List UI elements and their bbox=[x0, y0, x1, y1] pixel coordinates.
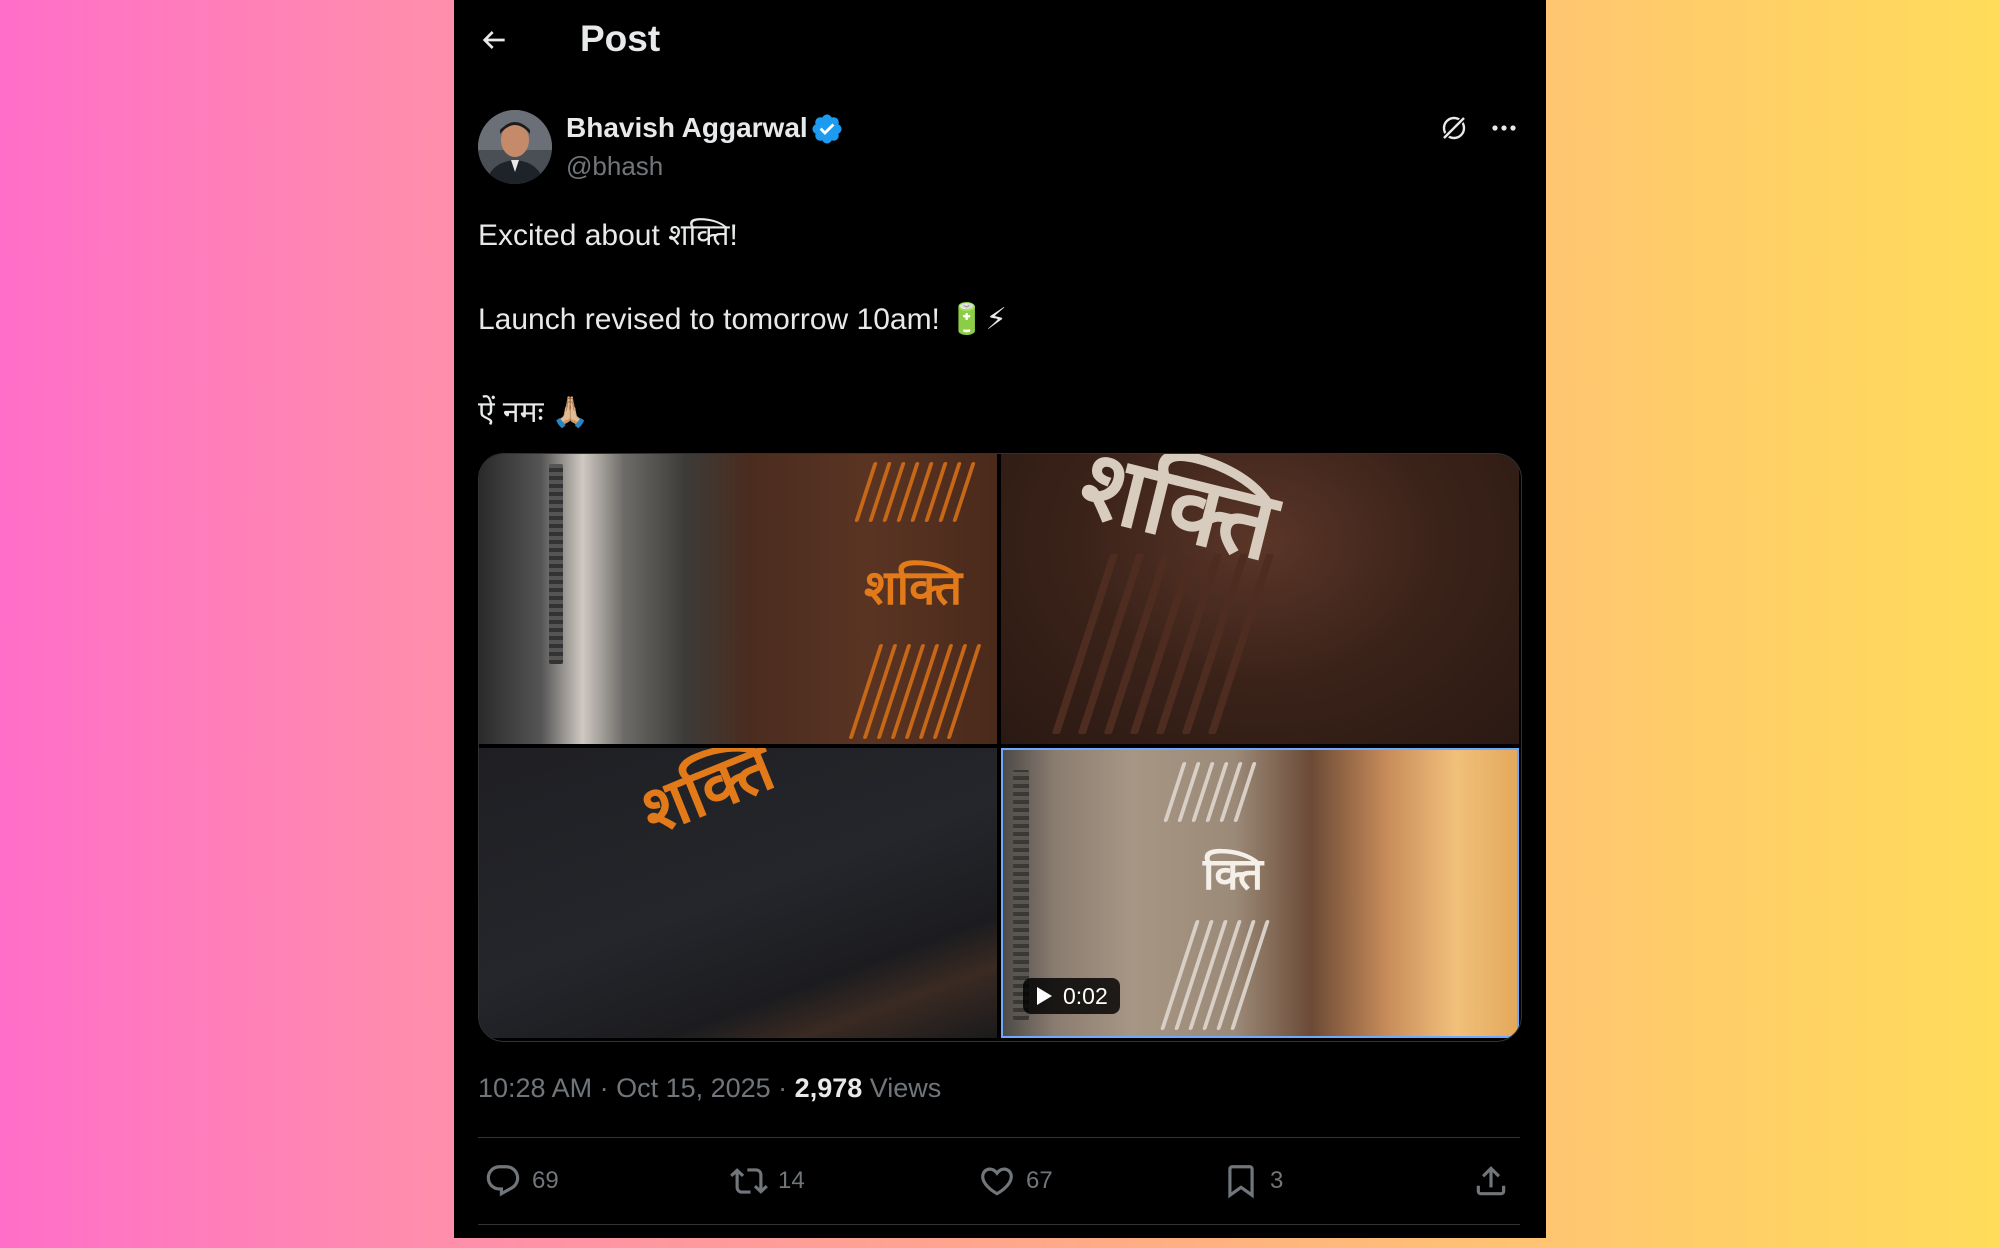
post-text-line-2: Launch revised to tomorrow 10am! 🔋⚡ bbox=[478, 303, 1007, 336]
page-header: Post bbox=[454, 0, 1546, 80]
media-tile-3[interactable]: शक्ति bbox=[479, 748, 997, 1038]
video-duration-badge[interactable]: 0:02 bbox=[1023, 978, 1120, 1014]
grok-button[interactable] bbox=[1434, 108, 1474, 148]
media-grid: शक्ति शक्ति शक्ति क्ति 0:02 bbox=[478, 453, 1522, 1042]
repost-icon bbox=[730, 1168, 768, 1194]
author-name[interactable]: Bhavish Aggarwal bbox=[566, 112, 808, 144]
media-tile-2[interactable]: शक्ति bbox=[1001, 454, 1519, 744]
wave-pattern bbox=[1051, 554, 1275, 734]
shakti-label: शक्ति bbox=[630, 748, 785, 851]
media-tile-1[interactable]: शक्ति bbox=[479, 454, 997, 744]
reply-count: 69 bbox=[532, 1167, 559, 1194]
post-detail-panel: Post Bhavish Aggarwal @bhash Excited abo… bbox=[454, 0, 1546, 1238]
reply-icon bbox=[486, 1165, 520, 1197]
shakti-label: क्ति bbox=[1203, 849, 1264, 900]
verified-badge-icon bbox=[812, 114, 842, 144]
like-button[interactable]: 67 bbox=[978, 1158, 1053, 1204]
more-horizontal-icon bbox=[1492, 125, 1516, 131]
divider-top bbox=[478, 1137, 1520, 1138]
share-icon bbox=[1476, 1166, 1506, 1196]
reply-button[interactable]: 69 bbox=[484, 1158, 559, 1204]
avatar[interactable] bbox=[478, 110, 552, 184]
video-duration: 0:02 bbox=[1063, 982, 1108, 1009]
media-tile-4-video[interactable]: क्ति 0:02 bbox=[1001, 748, 1519, 1038]
divider-bottom bbox=[478, 1224, 1520, 1225]
wave-pattern-top bbox=[1163, 762, 1257, 822]
post-text-line-1: Excited about शक्ति! bbox=[478, 219, 738, 252]
post-text-line-3: ऐं नमः 🙏🏼 bbox=[478, 396, 590, 429]
speaker-grille bbox=[549, 464, 563, 664]
like-count: 67 bbox=[1026, 1167, 1053, 1194]
bookmark-count: 3 bbox=[1270, 1167, 1284, 1194]
shakti-label: शक्ति bbox=[864, 560, 963, 616]
post-timestamp[interactable]: 10:28 AM · Oct 15, 2025 · bbox=[478, 1073, 795, 1103]
bookmark-icon bbox=[1228, 1165, 1254, 1199]
grok-icon bbox=[1441, 115, 1467, 141]
wave-pattern-bottom bbox=[1160, 920, 1270, 1030]
page-title: Post bbox=[580, 18, 661, 59]
share-button[interactable] bbox=[1472, 1158, 1510, 1204]
repost-button[interactable]: 14 bbox=[730, 1158, 805, 1204]
wave-pattern-bottom bbox=[848, 644, 982, 739]
wave-pattern-top bbox=[854, 462, 976, 522]
views-count: 2,978 bbox=[794, 1073, 863, 1103]
heart-icon bbox=[981, 1167, 1013, 1196]
bookmark-button[interactable]: 3 bbox=[1222, 1158, 1283, 1204]
post-meta: 10:28 AM · Oct 15, 2025 · 2,978 Views bbox=[478, 1073, 941, 1104]
views-label: Views bbox=[862, 1073, 942, 1103]
repost-count: 14 bbox=[778, 1167, 805, 1194]
more-options-button[interactable] bbox=[1484, 108, 1524, 148]
avatar-portrait-icon bbox=[478, 110, 552, 184]
author-handle[interactable]: @bhash bbox=[566, 151, 663, 182]
back-button[interactable] bbox=[474, 20, 514, 60]
play-icon bbox=[1037, 987, 1052, 1005]
arrow-left-icon bbox=[482, 31, 505, 49]
